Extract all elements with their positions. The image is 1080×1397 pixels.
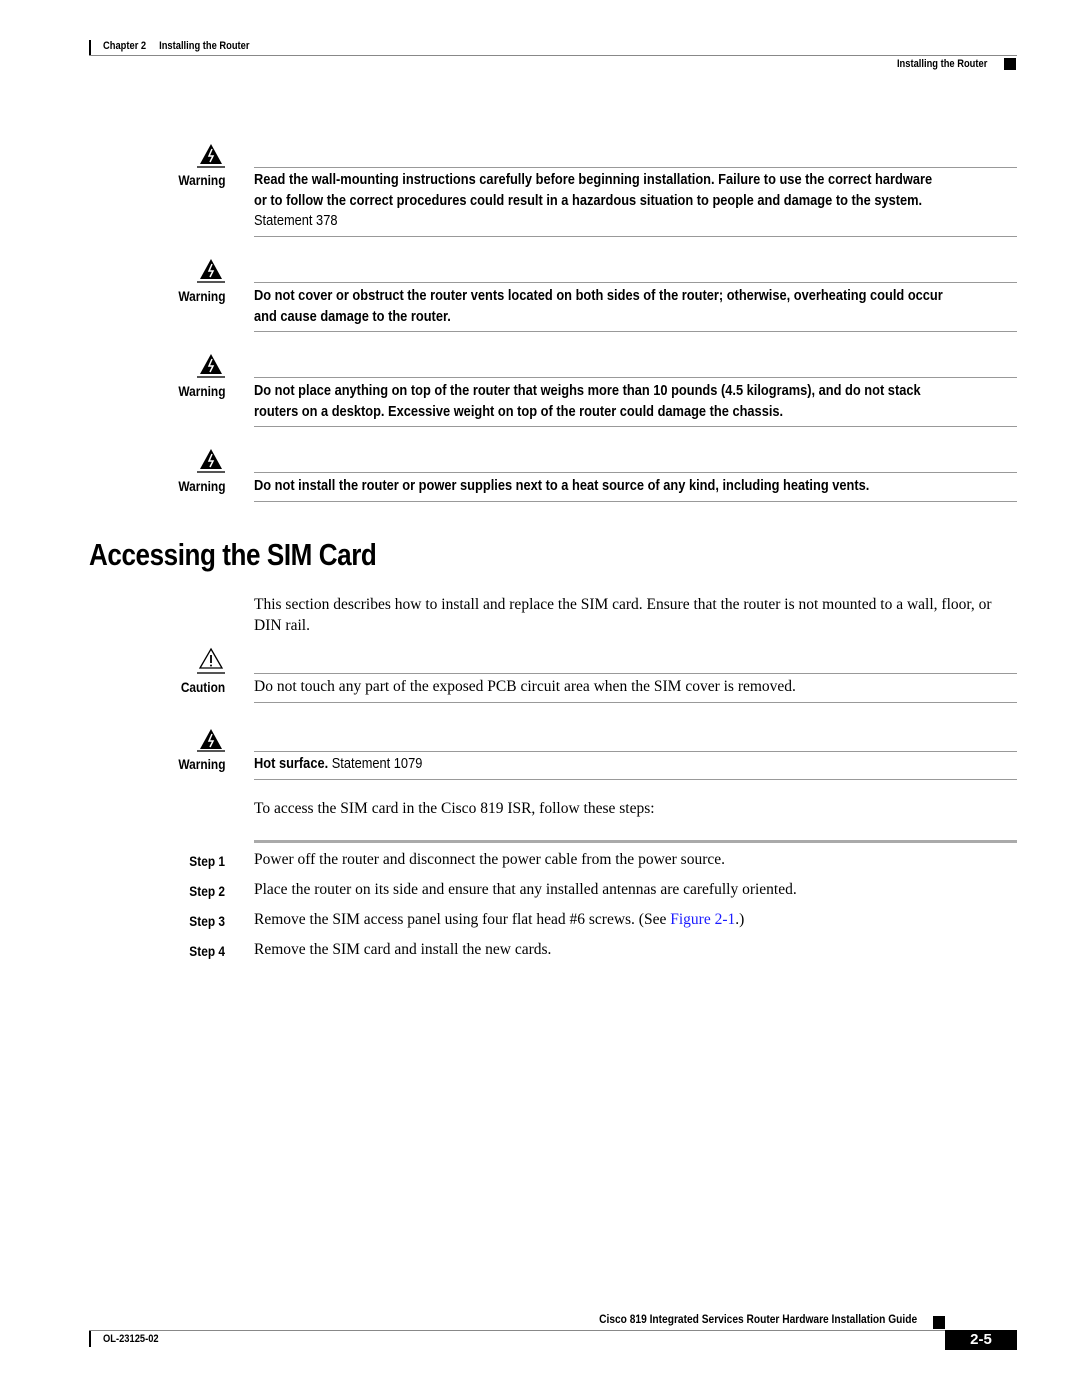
note-label: Warning [177,478,225,494]
section-title: Accessing the SIM Card [89,537,377,572]
note-bold-text: Hot surface. [254,756,329,772]
warning-shock-icon [200,144,222,164]
note-top-rule [254,472,1017,473]
step-text: Remove the SIM access panel using four f… [254,911,744,929]
note-top-rule [254,167,1017,168]
step-2: Step 2 Place the router on its side and … [0,881,1080,903]
caution-icon [198,647,224,669]
step-label: Step 2 [189,883,225,899]
step-1: Step 1 Power off the router and disconne… [0,851,1080,873]
note-statement: Statement 1079 [331,756,423,772]
steps-rule [254,840,1017,843]
footer-marker [933,1316,945,1329]
header-chapter: Chapter 2 Installing the Router [103,40,250,52]
header-rule [89,55,1017,56]
header-bar [89,40,91,56]
header-section: Installing the Router [896,58,987,70]
note-top-rule [254,673,1017,674]
note-text: Read the wall-mounting instructions care… [254,170,944,232]
step-text: Place the router on its side and ensure … [254,881,797,898]
note-bottom-rule [254,426,1017,427]
note-label: Warning [177,288,225,304]
footer-doc-number: OL-23125-02 [103,1333,159,1345]
warning-shock-icon [200,259,222,279]
note-text: Do not cover or obstruct the router vent… [254,288,943,325]
steps-intro: To access the SIM card in the Cisco 819 … [254,800,655,817]
icon-rule [197,750,225,752]
footer-guide-title: Cisco 819 Integrated Services Router Har… [598,1312,917,1326]
warning-shock-icon [200,449,222,469]
icon-rule [197,166,225,168]
step-text: Power off the router and disconnect the … [254,851,726,868]
note-text: Do not install the router or power suppl… [254,478,870,494]
footer-page-number: 2-5 [945,1330,1017,1350]
note-label: Warning [177,172,225,188]
note-top-rule [254,377,1017,378]
note-bottom-rule [254,779,1017,780]
note-bottom-rule [254,501,1017,502]
header-marker [1004,58,1016,70]
icon-rule [197,376,225,378]
step-text-before: Remove the SIM access panel using four f… [254,911,671,928]
step-text-after: .) [735,911,745,928]
step-label: Step 3 [189,913,225,929]
icon-rule [197,471,225,473]
note-statement: Statement 378 [254,213,338,229]
note-top-rule [254,282,1017,283]
chapter-title: Installing the Router [159,40,250,52]
footer-rule [89,1330,1017,1331]
note-label: Caution [180,679,225,695]
footer-bar [89,1331,91,1347]
note-text: Do not touch any part of the exposed PCB… [254,678,796,695]
note-bottom-rule [254,236,1017,237]
note-bottom-rule [254,702,1017,703]
note-top-rule [254,751,1017,752]
icon-rule [197,672,225,674]
warning-shock-icon [200,354,222,374]
note-label: Warning [177,756,225,772]
step-text: Remove the SIM card and install the new … [254,941,552,958]
step-3: Step 3 Remove the SIM access panel using… [0,911,1080,933]
note-bottom-rule [254,331,1017,332]
note-text: Hot surface. Statement 1079 [254,754,944,775]
step-label: Step 4 [189,943,225,959]
icon-rule [197,281,225,283]
figure-link[interactable]: Figure 2-1 [670,911,735,928]
section-intro: This section describes how to install an… [254,596,992,634]
note-text: Do not place anything on top of the rout… [254,383,921,420]
note-label: Warning [177,383,225,399]
chapter-number: Chapter 2 [103,40,147,52]
step-4: Step 4 Remove the SIM card and install t… [0,941,1080,963]
step-label: Step 1 [189,853,225,869]
note-bold-text: Read the wall-mounting instructions care… [254,172,933,209]
